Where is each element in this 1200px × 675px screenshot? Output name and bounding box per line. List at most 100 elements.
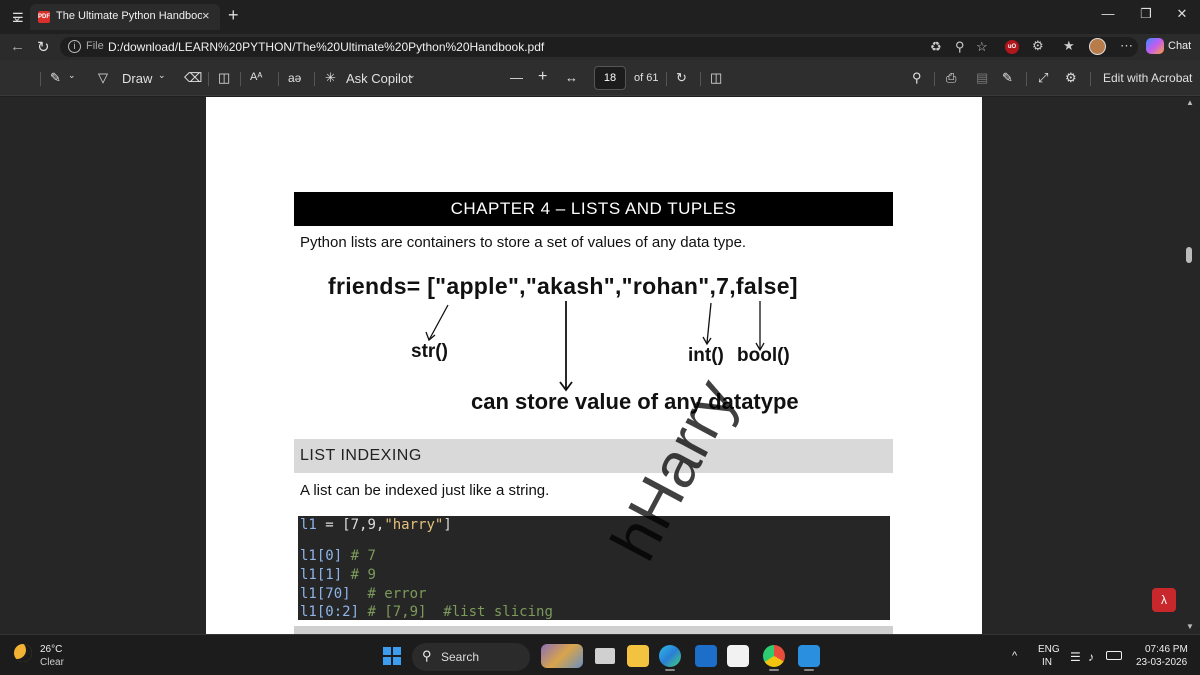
divider xyxy=(40,72,41,86)
widget-image-icon[interactable] xyxy=(541,644,583,668)
browser-tab[interactable]: PDF The Ultimate Python Handbook.pd × xyxy=(30,4,220,30)
save-icon: ▤ xyxy=(976,70,989,85)
arrow-to-str xyxy=(428,304,449,341)
page-total: of 61 xyxy=(634,72,659,84)
favorite-star-icon[interactable]: ☆ xyxy=(976,39,988,55)
profile-avatar[interactable] xyxy=(1089,38,1106,55)
divider xyxy=(1026,72,1027,86)
scroll-down-icon[interactable]: ▼ xyxy=(1186,622,1194,631)
code-line: l1[70] # error xyxy=(300,586,427,602)
ask-copilot-icon[interactable]: ✳ xyxy=(325,70,336,86)
divider xyxy=(240,72,241,86)
page-number-input[interactable]: 18 xyxy=(594,66,626,90)
print-icon[interactable]: ⎙ xyxy=(946,70,956,86)
add-text-icon[interactable]: ◫ xyxy=(218,70,230,86)
zoom-out-icon[interactable]: — xyxy=(510,70,523,85)
highlight-icon[interactable]: ✎ xyxy=(50,70,61,86)
language-bottom[interactable]: IN xyxy=(1042,657,1052,668)
zoom-icon[interactable]: ⚲ xyxy=(955,39,965,55)
close-window-icon[interactable]: ✕ xyxy=(1172,6,1192,22)
divider xyxy=(278,72,279,86)
copilot-icon[interactable] xyxy=(1146,38,1164,54)
app-available-icon[interactable]: ♻ xyxy=(930,39,942,55)
temperature[interactable]: 26°C xyxy=(40,644,62,655)
start-windows-icon[interactable] xyxy=(383,647,401,665)
full-screen-icon[interactable]: ⤢ xyxy=(1038,70,1048,86)
url-scheme: File xyxy=(86,40,104,52)
url-path[interactable]: D:/download/LEARN%20PYTHON/The%20Ultimat… xyxy=(108,40,544,54)
active-app-indicator xyxy=(769,669,779,671)
page-view-icon[interactable]: ◫ xyxy=(710,70,722,86)
battery-icon[interactable] xyxy=(1106,651,1122,660)
erase-icon[interactable]: ⌫ xyxy=(184,70,202,86)
divider xyxy=(934,72,935,86)
tab-title: The Ultimate Python Handbook.pd xyxy=(56,10,202,22)
section-title: LIST INDEXING xyxy=(294,439,893,473)
chat-label[interactable]: Chat xyxy=(1168,40,1191,52)
draw-icon[interactable]: ▽ xyxy=(98,70,108,86)
active-app-indicator xyxy=(665,669,675,671)
acrobat-icon[interactable]: λ xyxy=(1152,588,1176,612)
search-pdf-icon[interactable]: ⚲ xyxy=(912,70,922,86)
divider xyxy=(314,72,315,86)
next-section-band xyxy=(294,626,893,634)
edit-with-acrobat-button[interactable]: Edit with Acrobat xyxy=(1103,71,1192,85)
scrollbar-thumb[interactable] xyxy=(1186,247,1192,263)
wifi-icon[interactable]: ☰ xyxy=(1070,650,1081,664)
tab-close-icon[interactable]: × xyxy=(202,8,210,23)
refresh-icon[interactable]: ↻ xyxy=(37,38,50,56)
highlight-chevron-icon[interactable]: ⌄ xyxy=(68,70,76,81)
url-field[interactable]: i File D:/download/LEARN%20PYTHON/The%20… xyxy=(60,37,1138,57)
back-arrow-icon[interactable]: ← xyxy=(10,38,25,55)
store-icon[interactable] xyxy=(727,645,749,667)
draw-button[interactable]: Draw xyxy=(122,71,152,86)
handwritten-bool-label: bool() xyxy=(737,345,790,366)
restore-icon[interactable]: ❐ xyxy=(1136,6,1156,22)
info-icon[interactable]: i xyxy=(68,40,81,53)
divider xyxy=(666,72,667,86)
clock-time[interactable]: 07:46 PM xyxy=(1145,644,1188,655)
scroll-up-icon[interactable]: ▲ xyxy=(1186,98,1194,107)
code-line: l1 = [7,9,"harry"] xyxy=(300,517,452,533)
active-app-indicator xyxy=(804,669,814,671)
text-size-icon[interactable]: Aᴬ xyxy=(250,71,262,83)
code-line: l1[0:2] # [7,9] #list slicing xyxy=(300,604,553,620)
vscode-icon[interactable] xyxy=(798,645,820,667)
ask-copilot-chevron-icon[interactable]: ⌄ xyxy=(408,70,416,81)
annotation-arrows xyxy=(425,301,765,392)
ublock-extension-icon[interactable]: uO xyxy=(1005,40,1019,54)
file-explorer-icon[interactable] xyxy=(627,645,649,667)
read-aloud-icon[interactable]: aə xyxy=(288,71,301,85)
task-view-icon[interactable] xyxy=(595,648,615,664)
app-icon[interactable] xyxy=(695,645,717,667)
clock-date[interactable]: 23-03-2026 xyxy=(1136,657,1187,668)
ask-copilot-button[interactable]: Ask Copilot xyxy=(346,71,412,86)
favorites-icon[interactable]: ★ xyxy=(1063,38,1075,54)
volume-icon[interactable]: ♪ xyxy=(1088,650,1094,664)
new-tab-button[interactable]: + xyxy=(228,5,239,26)
weather-condition[interactable]: Clear xyxy=(40,657,64,668)
taskbar-search[interactable]: ⚲ Search xyxy=(412,643,530,671)
rotate-icon[interactable]: ↻ xyxy=(676,70,687,86)
zoom-in-icon[interactable]: + xyxy=(538,68,547,86)
moon-weather-icon[interactable] xyxy=(14,644,32,662)
settings-gear-icon[interactable]: ⚙ xyxy=(1065,70,1077,86)
language-top[interactable]: ENG xyxy=(1038,644,1060,655)
save-as-icon[interactable]: ✎ xyxy=(1002,70,1013,86)
more-menu-icon[interactable]: ⋯ xyxy=(1120,38,1133,54)
divider xyxy=(700,72,701,86)
contents-icon[interactable]: ☰ xyxy=(12,10,24,26)
handwritten-str-label: str() xyxy=(411,341,448,362)
vertical-scrollbar[interactable] xyxy=(1182,97,1200,634)
divider xyxy=(1090,72,1091,86)
chrome-icon[interactable] xyxy=(763,645,785,667)
pdf-page: CHAPTER 4 – LISTS AND TUPLES Python list… xyxy=(206,97,982,634)
extensions-icon[interactable]: ⚙ xyxy=(1032,38,1044,54)
edge-browser-icon[interactable] xyxy=(659,645,681,667)
minimize-icon[interactable]: — xyxy=(1098,6,1118,21)
fit-page-icon[interactable]: ↔ xyxy=(565,70,578,85)
search-icon: ⚲ xyxy=(422,648,432,663)
show-hidden-icons-chevron-icon[interactable]: ^ xyxy=(1012,650,1017,662)
draw-chevron-icon[interactable]: ⌄ xyxy=(158,70,166,81)
search-label: Search xyxy=(441,650,480,664)
